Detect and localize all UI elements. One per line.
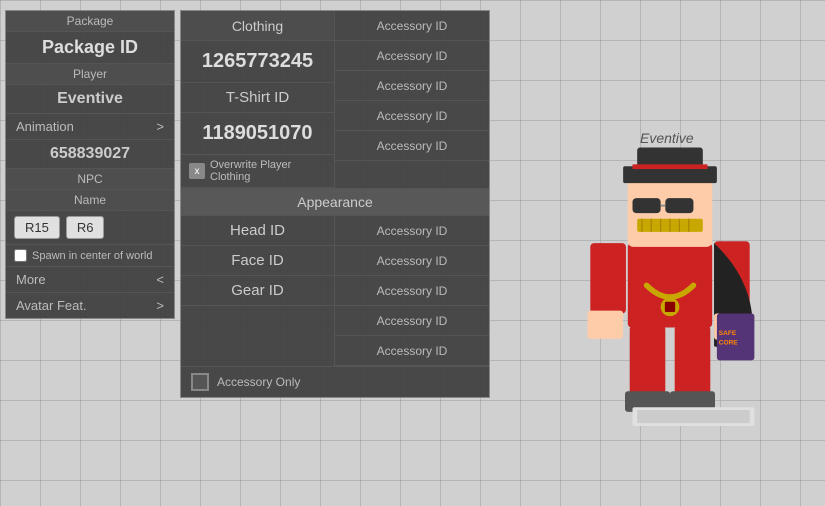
- accessory-column-top: Accessory ID Accessory ID Accessory ID A…: [335, 11, 489, 188]
- spawn-label: Spawn in center of world: [32, 250, 152, 262]
- package-label: Package: [6, 11, 174, 32]
- animation-label: Animation: [16, 119, 74, 134]
- more-arrow: <: [156, 272, 164, 287]
- player-name: Eventive: [6, 85, 174, 114]
- svg-text:CORE: CORE: [719, 339, 739, 346]
- player-label: Player: [6, 64, 174, 85]
- character-figure: SAFE CORE: [570, 140, 770, 440]
- appearance-header: Appearance: [181, 189, 489, 216]
- overwrite-x-button[interactable]: x: [189, 163, 205, 179]
- more-label: More: [16, 272, 46, 287]
- face-id-label[interactable]: Face ID: [181, 246, 334, 276]
- mid-panel: Clothing 1265773245 T-Shirt ID 118905107…: [180, 10, 490, 398]
- accessory-id-6[interactable]: Accessory ID: [335, 216, 489, 246]
- appearance-section: Appearance Head ID Face ID Gear ID Acces…: [181, 188, 489, 366]
- spawn-checkbox-row[interactable]: Spawn in center of world: [6, 245, 174, 267]
- accessory-id-4[interactable]: Accessory ID: [335, 101, 489, 131]
- r15-button[interactable]: R15: [14, 216, 60, 239]
- avatar-feat-row[interactable]: Avatar Feat. >: [6, 293, 174, 318]
- appearance-grid: Head ID Face ID Gear ID Accessory ID Acc…: [181, 216, 489, 366]
- mid-top-section: Clothing 1265773245 T-Shirt ID 118905107…: [181, 11, 489, 188]
- accessory-column-bottom: Accessory ID Accessory ID Accessory ID A…: [335, 216, 489, 366]
- avatar-area: Eventive: [510, 80, 820, 460]
- accessory-only-label: Accessory Only: [217, 375, 300, 389]
- accessory-id-3[interactable]: Accessory ID: [335, 71, 489, 101]
- overwrite-row[interactable]: x Overwrite Player Clothing: [181, 155, 334, 188]
- accessory-id-5[interactable]: Accessory ID: [335, 131, 489, 161]
- svg-text:SAFE: SAFE: [719, 330, 737, 337]
- accessory-id-8[interactable]: Accessory ID: [335, 276, 489, 306]
- accessory-only-checkbox[interactable]: [191, 373, 209, 391]
- accessory-id-9[interactable]: Accessory ID: [335, 306, 489, 336]
- accessory-only-row[interactable]: Accessory Only: [181, 366, 489, 397]
- r6-button[interactable]: R6: [66, 216, 105, 239]
- clothing-id-value[interactable]: 1265773245: [181, 41, 334, 83]
- spawn-checkbox[interactable]: [14, 249, 27, 262]
- left-panel: Package Package ID Player Eventive Anima…: [5, 10, 175, 319]
- accessory-id-10[interactable]: Accessory ID: [335, 336, 489, 366]
- head-id-label[interactable]: Head ID: [181, 216, 334, 246]
- appearance-left: Head ID Face ID Gear ID: [181, 216, 335, 366]
- button-row: R15 R6: [6, 211, 174, 245]
- tshirt-id-value[interactable]: 1189051070: [181, 113, 334, 155]
- name-label: Name: [6, 190, 174, 211]
- avatar-feat-arrow: >: [156, 298, 164, 313]
- clothing-column: Clothing 1265773245 T-Shirt ID 118905107…: [181, 11, 335, 188]
- avatar-feat-label: Avatar Feat.: [16, 298, 87, 313]
- animation-id[interactable]: 658839027: [6, 140, 174, 169]
- animation-row[interactable]: Animation >: [6, 114, 174, 140]
- gear-id-label[interactable]: Gear ID: [181, 276, 334, 306]
- clothing-header: Clothing: [181, 11, 334, 41]
- tshirt-label: T-Shirt ID: [181, 83, 334, 113]
- accessory-id-2[interactable]: Accessory ID: [335, 41, 489, 71]
- accessory-id-1[interactable]: Accessory ID: [335, 11, 489, 41]
- accessory-id-7[interactable]: Accessory ID: [335, 246, 489, 276]
- animation-arrow: >: [156, 119, 164, 134]
- more-row[interactable]: More <: [6, 267, 174, 293]
- package-id[interactable]: Package ID: [6, 32, 174, 64]
- overwrite-label: Overwrite Player Clothing: [210, 159, 326, 183]
- npc-label: NPC: [6, 169, 174, 190]
